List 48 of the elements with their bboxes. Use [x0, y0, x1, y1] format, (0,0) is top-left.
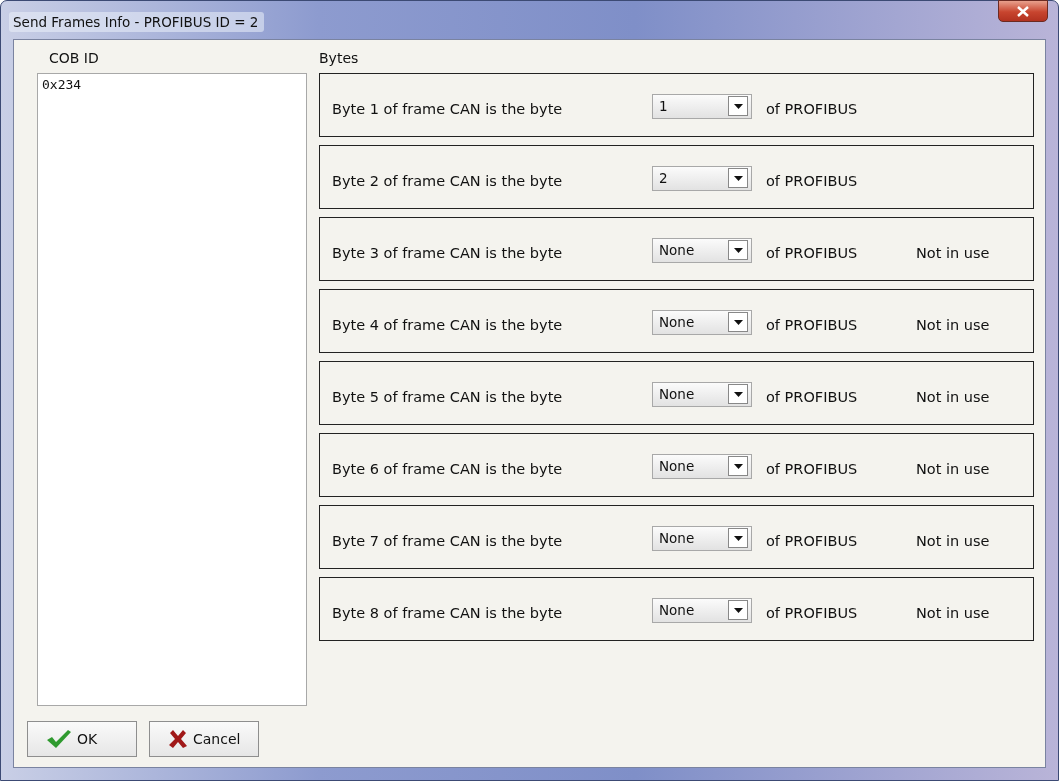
status-label: Not in use: [916, 317, 990, 333]
window-title: Send Frames Info - PROFIBUS ID = 2: [9, 12, 265, 32]
caret-icon: [733, 247, 743, 253]
byte-dropdown[interactable]: None: [652, 237, 752, 263]
byte-label: Byte 4 of frame CAN is the byte: [332, 317, 564, 333]
cross-icon: [168, 729, 188, 749]
status-label: Not in use: [916, 605, 990, 621]
profibus-label: of PROFIBUS: [766, 461, 859, 477]
caret-icon: [733, 103, 743, 109]
caret-icon: [733, 535, 743, 541]
ok-button[interactable]: OK: [27, 721, 137, 757]
byte-label: Byte 1 of frame CAN is the byte: [332, 101, 564, 117]
profibus-label: of PROFIBUS: [766, 389, 859, 405]
byte-dropdown[interactable]: None: [652, 453, 752, 479]
column-heading: Bytes: [319, 49, 360, 68]
status-label: Not in use: [916, 389, 990, 405]
byte-label: Byte 2 of frame CAN is the byte: [332, 173, 564, 189]
byte-label: Byte 6 of frame CAN is the byte: [332, 461, 564, 477]
profibus-label: of PROFIBUS: [766, 533, 859, 549]
profibus-label: of PROFIBUS: [766, 173, 859, 189]
checkmark-icon: [46, 729, 72, 749]
byte-dropdown[interactable]: None: [652, 381, 752, 407]
profibus-label: of PROFIBUS: [766, 101, 859, 117]
column-heading: COB ID: [48, 49, 100, 68]
caret-icon: [733, 463, 743, 469]
byte-label: Byte 5 of frame CAN is the byte: [332, 389, 564, 405]
close-icon: [1017, 5, 1029, 17]
byte-label: Byte 7 of frame CAN is the byte: [332, 533, 564, 549]
byte-dropdown[interactable]: None: [652, 309, 752, 335]
profibus-label: of PROFIBUS: [766, 317, 859, 333]
list-item[interactable]: 0x234: [42, 77, 82, 92]
byte-dropdown[interactable]: 2: [652, 165, 752, 191]
caret-icon: [733, 319, 743, 325]
byte-label: Byte 8 of frame CAN is the byte: [332, 605, 564, 621]
profibus-label: of PROFIBUS: [766, 605, 859, 621]
cancel-button[interactable]: Cancel: [149, 721, 259, 757]
profibus-label: of PROFIBUS: [766, 245, 859, 261]
caret-icon: [733, 391, 743, 397]
byte-dropdown[interactable]: None: [652, 525, 752, 551]
caret-icon: [733, 607, 743, 613]
status-label: Not in use: [916, 461, 990, 477]
close-button[interactable]: [998, 0, 1048, 22]
byte-label: Byte 3 of frame CAN is the byte: [332, 245, 564, 261]
status-label: Not in use: [916, 245, 990, 261]
status-label: Not in use: [916, 533, 990, 549]
byte-dropdown[interactable]: None: [652, 597, 752, 623]
caret-icon: [733, 175, 743, 181]
byte-dropdown[interactable]: 1: [652, 93, 752, 119]
